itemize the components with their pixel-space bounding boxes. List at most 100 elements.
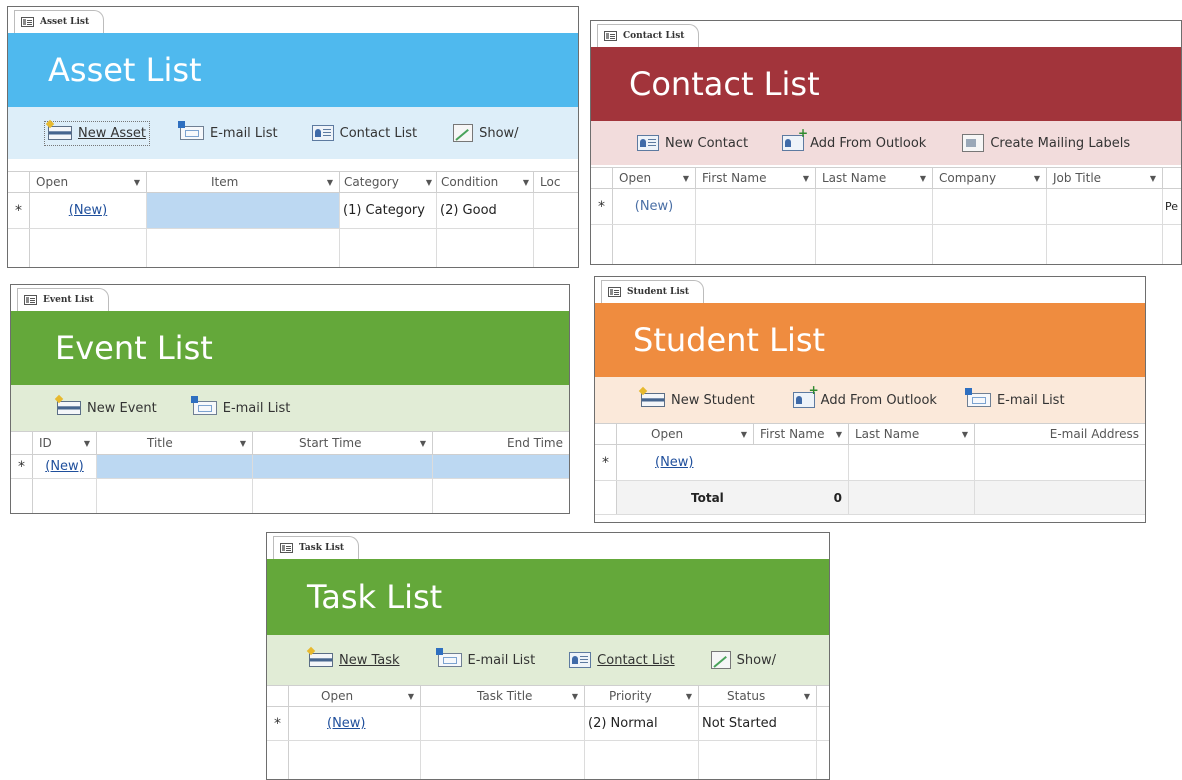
dropdown-arrow-icon[interactable]: ▼ <box>134 178 140 187</box>
cell-cutoff[interactable]: Pe <box>1163 189 1181 224</box>
new-record-row[interactable]: * (New) (2) Normal Not Started <box>267 707 829 741</box>
new-record-row[interactable]: * (New) (1) Category (2) Good <box>8 193 578 229</box>
dropdown-arrow-icon[interactable]: ▼ <box>84 439 90 448</box>
column-header-status[interactable]: Status ▼ <box>699 686 817 706</box>
contact-list-button[interactable]: Contact List <box>311 125 417 141</box>
dropdown-arrow-icon[interactable]: ▼ <box>962 430 968 439</box>
row-selector-header[interactable] <box>267 686 289 706</box>
dropdown-arrow-icon[interactable]: ▼ <box>1034 174 1040 183</box>
email-list-button[interactable]: E-mail List <box>178 121 278 141</box>
cell-start-time[interactable] <box>253 455 433 478</box>
dropdown-arrow-icon[interactable]: ▼ <box>804 692 810 701</box>
cell-condition[interactable]: (2) Good <box>437 193 534 228</box>
column-header-company[interactable]: Company ▼ <box>933 168 1047 188</box>
column-header-location[interactable]: Loc <box>534 172 578 192</box>
cell-last-name[interactable] <box>816 189 933 224</box>
column-header-item[interactable]: Item ▼ <box>147 172 340 192</box>
new-record-link[interactable]: (New) <box>327 716 366 731</box>
cell-open[interactable]: (New) <box>617 445 849 480</box>
show-hide-button[interactable]: Show/ <box>453 124 519 142</box>
column-header-id[interactable]: ID ▼ <box>33 432 97 454</box>
column-header-last-name[interactable]: Last Name ▼ <box>849 424 975 444</box>
column-header-cutoff[interactable] <box>1163 168 1181 188</box>
column-header-open[interactable]: Open ▼ <box>617 424 754 444</box>
row-selector-header[interactable] <box>591 168 613 188</box>
new-record-row[interactable]: * (New) Pe <box>591 189 1181 225</box>
cell-title[interactable] <box>97 455 253 478</box>
cell-open[interactable]: (New) <box>30 193 147 228</box>
row-selector-header[interactable] <box>595 424 617 444</box>
cell-id[interactable]: (New) <box>33 455 97 478</box>
dropdown-arrow-icon[interactable]: ▼ <box>803 174 809 183</box>
cell-status[interactable]: Not Started <box>699 707 817 740</box>
column-header-open[interactable]: Open ▼ <box>613 168 696 188</box>
new-contact-button[interactable]: New Contact <box>637 135 748 151</box>
new-task-button[interactable]: New Task <box>309 653 400 668</box>
new-record-link[interactable]: (New) <box>655 455 694 470</box>
column-header-title[interactable]: Title ▼ <box>97 432 253 454</box>
new-record-link[interactable]: (New) <box>69 203 108 218</box>
new-asset-button[interactable]: New Asset <box>44 120 151 146</box>
new-record-link[interactable]: (New) <box>45 459 84 474</box>
column-header-email-address[interactable]: E-mail Address <box>975 424 1145 444</box>
dropdown-arrow-icon[interactable]: ▼ <box>572 692 578 701</box>
cell-priority[interactable]: (2) Normal <box>585 707 699 740</box>
dropdown-arrow-icon[interactable]: ▼ <box>426 178 432 187</box>
column-header-task-title[interactable]: Task Title ▼ <box>421 686 585 706</box>
task-list-tab[interactable]: Task List <box>273 536 360 559</box>
dropdown-arrow-icon[interactable]: ▼ <box>240 439 246 448</box>
student-list-tab[interactable]: Student List <box>601 280 705 303</box>
dropdown-arrow-icon[interactable]: ▼ <box>920 174 926 183</box>
cell-open[interactable]: (New) <box>289 707 421 740</box>
email-list-button[interactable]: E-mail List <box>190 396 290 416</box>
add-from-outlook-button[interactable]: Add From Outlook <box>782 127 926 151</box>
add-from-outlook-button[interactable]: Add From Outlook <box>792 384 937 408</box>
dropdown-arrow-icon[interactable]: ▼ <box>1150 174 1156 183</box>
dropdown-arrow-icon[interactable]: ▼ <box>327 178 333 187</box>
cell-last-name[interactable] <box>849 445 975 480</box>
column-header-category[interactable]: Category ▼ <box>340 172 437 192</box>
contact-list-tab[interactable]: Contact List <box>597 24 700 47</box>
dropdown-arrow-icon[interactable]: ▼ <box>836 430 842 439</box>
column-header-start-time[interactable]: Start Time ▼ <box>253 432 433 454</box>
column-header-open[interactable]: Open ▼ <box>289 686 421 706</box>
cell-category[interactable]: (1) Category <box>340 193 437 228</box>
dropdown-arrow-icon[interactable]: ▼ <box>523 178 529 187</box>
cell-open[interactable]: (New) <box>613 189 696 224</box>
column-header-end-time[interactable]: End Time <box>433 432 569 454</box>
cell-end-time[interactable] <box>433 455 569 478</box>
new-record-row[interactable]: * (New) <box>595 445 1145 481</box>
show-hide-button[interactable]: Show/ <box>710 651 776 669</box>
column-header-open[interactable]: Open ▼ <box>30 172 147 192</box>
column-header-first-name[interactable]: First Name ▼ <box>754 424 849 444</box>
cell-item[interactable] <box>147 193 340 228</box>
new-event-button[interactable]: New Event <box>57 401 157 416</box>
new-student-button[interactable]: New Student <box>641 393 755 408</box>
asset-list-tab[interactable]: Asset List <box>14 10 105 33</box>
column-header-job-title[interactable]: Job Title ▼ <box>1047 168 1163 188</box>
column-header-condition[interactable]: Condition ▼ <box>437 172 534 192</box>
cell-email-address[interactable] <box>975 445 1145 480</box>
cell-job-title[interactable] <box>1047 189 1163 224</box>
row-selector-header[interactable] <box>11 432 33 454</box>
email-list-button[interactable]: E-mail List <box>435 648 535 668</box>
dropdown-arrow-icon[interactable]: ▼ <box>420 439 426 448</box>
cell-location[interactable] <box>534 193 578 228</box>
column-header-last-name[interactable]: Last Name ▼ <box>816 168 933 188</box>
dropdown-arrow-icon[interactable]: ▼ <box>686 692 692 701</box>
contact-list-button[interactable]: Contact List <box>569 652 675 668</box>
cell-first-name[interactable] <box>696 189 816 224</box>
new-record-row[interactable]: * (New) <box>11 455 569 479</box>
dropdown-arrow-icon[interactable]: ▼ <box>683 174 689 183</box>
new-record-link[interactable]: (New) <box>635 199 674 214</box>
column-header-priority[interactable]: Priority ▼ <box>585 686 699 706</box>
row-selector-header[interactable] <box>8 172 30 192</box>
create-mailing-labels-button[interactable]: Create Mailing Labels <box>962 134 1130 152</box>
dropdown-arrow-icon[interactable]: ▼ <box>408 692 414 701</box>
column-header-first-name[interactable]: First Name ▼ <box>696 168 816 188</box>
cell-company[interactable] <box>933 189 1047 224</box>
event-list-tab[interactable]: Event List <box>17 288 109 311</box>
dropdown-arrow-icon[interactable]: ▼ <box>741 430 747 439</box>
email-list-button[interactable]: E-mail List <box>964 388 1065 408</box>
cell-task-title[interactable] <box>421 707 585 740</box>
